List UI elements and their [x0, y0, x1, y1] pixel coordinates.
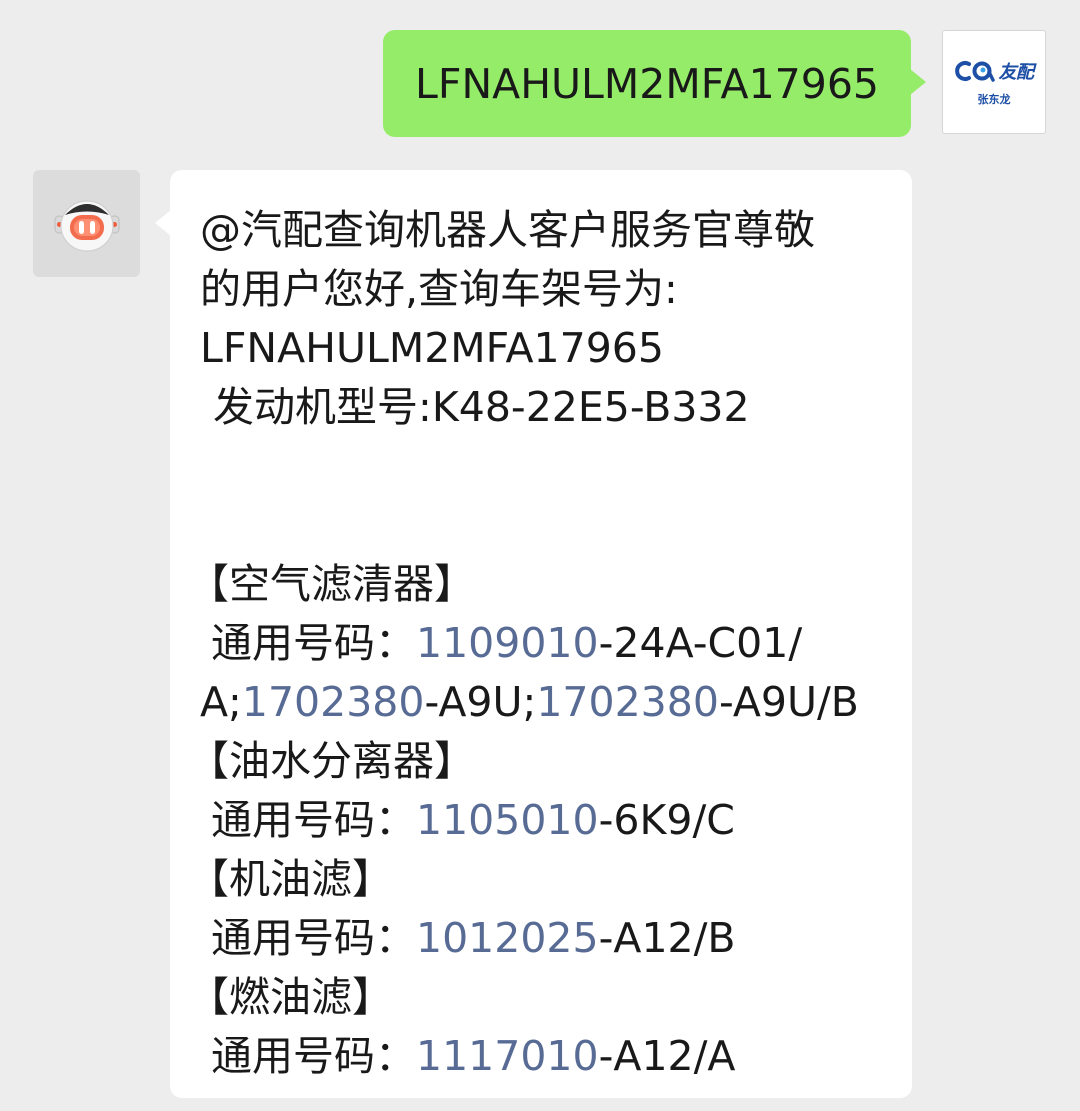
- sent-message-bubble[interactable]: LFNAHULM2MFA17965: [383, 30, 926, 137]
- sender-logo-text: 友配: [998, 61, 1035, 83]
- robot-icon: [54, 199, 119, 252]
- air-filter-code-line: 通用号码：1109010-24A-C01/: [200, 614, 884, 673]
- code-label: 通用号码：: [211, 914, 416, 962]
- part-number-link[interactable]: 1105010: [416, 796, 599, 844]
- sender-avatar[interactable]: 友配 张东龙: [942, 30, 1046, 134]
- bot-avatar[interactable]: [33, 170, 140, 277]
- oil-filter-code-line: 通用号码：1012025-A12/B: [200, 909, 884, 968]
- vin-number: LFNAHULM2MFA17965: [200, 324, 664, 372]
- air-filter-code-line-2: A;1702380-A9U;1702380-A9U/B: [200, 673, 884, 732]
- oil-water-separator-code-line: 通用号码：1105010-6K9/C: [200, 791, 884, 850]
- code-label: 通用号码：: [211, 619, 416, 667]
- code-label: 通用号码：: [211, 1032, 416, 1080]
- sent-message: LFNAHULM2MFA17965 友配 张东龙: [383, 30, 1046, 137]
- code-label: 通用号码：: [211, 796, 416, 844]
- oil-filter-title: 【机油滤】: [188, 855, 393, 903]
- received-message: @汽配查询机器人客户服务官尊敬 的用户您好,查询车架号为: LFNAHULM2M…: [33, 170, 912, 1098]
- part-number-suffix: A;: [200, 678, 242, 726]
- co-logo-icon: [954, 60, 995, 82]
- part-number-suffix: -24A-C01/: [598, 619, 803, 667]
- sender-name: 张东龙: [977, 92, 1011, 106]
- sent-message-text: LFNAHULM2MFA17965: [415, 59, 879, 108]
- greeting-line-2: 的用户您好,查询车架号为:: [200, 265, 678, 313]
- part-number-suffix: -A12/A: [598, 1032, 736, 1080]
- greeting-line-1: @汽配查询机器人客户服务官尊敬: [200, 206, 815, 254]
- part-number-suffix: -A9U;: [424, 678, 537, 726]
- part-number-link[interactable]: 1012025: [416, 914, 599, 962]
- engine-model: 发动机型号:K48-22E5-B332: [200, 383, 750, 431]
- part-number-suffix: -6K9/C: [598, 796, 735, 844]
- received-message-bubble[interactable]: @汽配查询机器人客户服务官尊敬 的用户您好,查询车架号为: LFNAHULM2M…: [155, 170, 912, 1098]
- part-number-suffix: -A9U/B: [718, 678, 859, 726]
- fuel-filter-title: 【燃油滤】: [188, 973, 393, 1021]
- part-number-link[interactable]: 1702380: [536, 678, 719, 726]
- sender-logo: 友配: [954, 58, 1035, 84]
- air-filter-title: 【空气滤清器】: [188, 560, 475, 608]
- fuel-filter-code-line: 通用号码：1117010-A12/A: [200, 1027, 884, 1086]
- part-number-link[interactable]: 1109010: [416, 619, 599, 667]
- part-number-suffix: -A12/B: [598, 914, 736, 962]
- part-number-link[interactable]: 1117010: [416, 1032, 599, 1080]
- oil-water-separator-title: 【油水分离器】: [188, 737, 475, 785]
- part-number-link[interactable]: 1702380: [242, 678, 425, 726]
